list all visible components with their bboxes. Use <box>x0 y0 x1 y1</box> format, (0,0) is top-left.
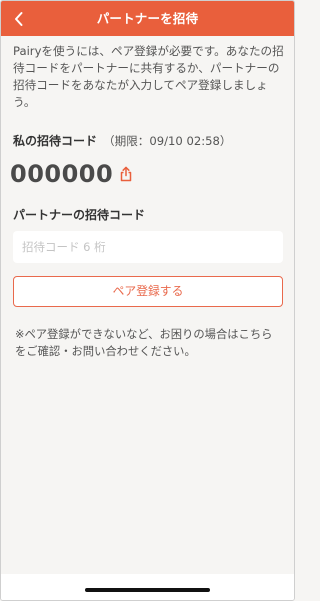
help-note[interactable]: ※ペア登録ができないなど、お困りの場合はこちらをご確認・お問い合わせください。 <box>15 326 283 360</box>
invite-partner-screen: パートナーを招待 Pairyを使うには、ペア登録が必要です。あなたの招待コードを… <box>0 0 295 601</box>
page-title: パートナーを招待 <box>96 11 199 26</box>
partner-code-title: パートナーの招待コード <box>13 208 146 222</box>
my-code-section: 私の招待コード （期限：09/10 02:58） <box>13 132 232 149</box>
my-code-row: 000000 <box>10 158 134 190</box>
share-icon <box>120 166 132 182</box>
pair-register-button[interactable]: ペア登録する <box>13 276 283 307</box>
instruction-text: Pairyを使うには、ペア登録が必要です。あなたの招待コードをパートナーに共有す… <box>13 44 284 109</box>
my-code-title: 私の招待コード <box>13 134 98 148</box>
share-button[interactable] <box>118 164 134 184</box>
code-expiry: （期限：09/10 02:58） <box>103 134 232 148</box>
header-bar: パートナーを招待 <box>1 1 294 36</box>
home-indicator <box>85 588 210 592</box>
bottom-safe-area <box>1 574 294 600</box>
partner-code-input[interactable] <box>13 231 283 263</box>
my-invite-code: 000000 <box>10 160 114 188</box>
